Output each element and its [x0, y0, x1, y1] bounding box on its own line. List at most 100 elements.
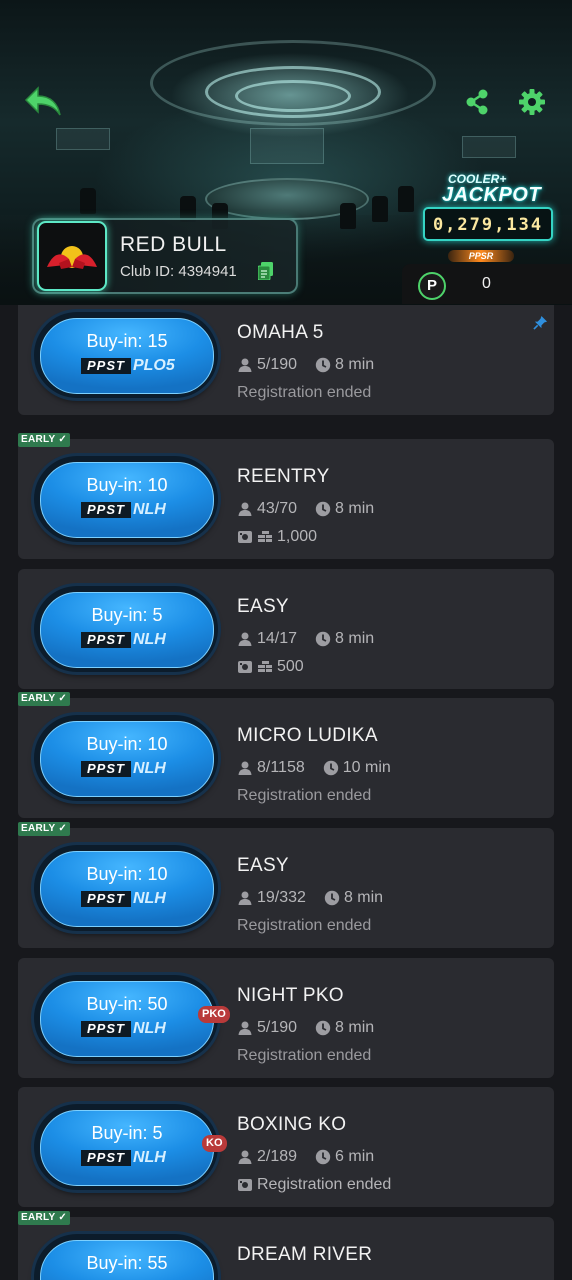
- buyin-pill: Buy-in: 50 PPST NLH: [40, 981, 214, 1057]
- bull-logo-icon: [47, 246, 97, 269]
- game-tag: PPSTNLH: [81, 760, 166, 777]
- buyin-button[interactable]: Buy-in: 50 PPST NLH: [34, 975, 218, 1061]
- buyin-pill: Buy-in: 15 PPST PLO5: [40, 318, 214, 394]
- ko-badge: PKO: [198, 1006, 230, 1023]
- jackpot-display: 0,279,134: [423, 207, 553, 241]
- chair: [372, 196, 388, 222]
- ppst-logo: PPST: [81, 358, 131, 374]
- buyin-label: Buy-in: 15: [86, 331, 168, 351]
- clock-icon: [324, 890, 340, 906]
- blind-time: 10 min: [342, 759, 391, 776]
- ticket-icon: [237, 529, 253, 545]
- game-type: NLH: [132, 631, 166, 648]
- registration-status: Registration ended: [237, 787, 372, 804]
- game-type: NLH: [132, 890, 166, 907]
- tournament-stats: 19/332 8 min: [237, 889, 383, 907]
- game-type: NLH: [132, 501, 166, 518]
- buyin-button[interactable]: Buy-in: 10 PPST NLH: [34, 715, 218, 801]
- player-count: 2/189: [257, 1148, 298, 1165]
- players-icon: [237, 357, 253, 373]
- tournament-card[interactable]: Buy-in: 5 PPST NLH KO BOXING KO 2/189 6 min Reg…: [18, 1087, 554, 1207]
- game-tag: PPSTNLH: [81, 890, 166, 907]
- tournament-list[interactable]: Buy-in: 15 PPST PLO5 OMAHA 5 5/190 8 min Regis…: [0, 305, 572, 1280]
- buyin-label: Buy-in: 10: [86, 734, 168, 754]
- prize-row: 500: [237, 658, 304, 676]
- club-name: RED BULL: [120, 233, 227, 256]
- points-icon: P: [418, 272, 446, 300]
- players-icon: [237, 890, 253, 906]
- prize-pool: 1,000: [277, 528, 318, 545]
- buyin-button[interactable]: Buy-in: 55PPSTNLH: [34, 1234, 218, 1280]
- points-bar[interactable]: P 0: [402, 264, 572, 304]
- buyin-pill: Buy-in: 10 PPST NLH: [40, 462, 214, 538]
- points-value: 0: [482, 275, 491, 292]
- gear-icon[interactable]: [518, 88, 546, 116]
- buyin-button[interactable]: Buy-in: 5 PPST NLH: [34, 1104, 218, 1190]
- registration-status: Registration ended: [237, 917, 372, 934]
- tournament-stats: 5/190 8 min: [237, 356, 374, 374]
- blind-time: 8 min: [335, 630, 375, 647]
- ppst-logo: PPST: [81, 1021, 131, 1037]
- tournament-card[interactable]: Buy-in: 55PPSTNLH DREAM RIVER: [18, 1217, 554, 1280]
- tournament-name: NIGHT PKO: [237, 985, 344, 1006]
- player-count: 5/190: [257, 356, 298, 373]
- players-icon: [237, 501, 253, 517]
- game-tag: PPSTNLH: [81, 631, 166, 648]
- prize-row: 1,000: [237, 528, 317, 546]
- buyin-button[interactable]: Buy-in: 10 PPST NLH: [34, 456, 218, 542]
- game-tag: PPSTNLH: [81, 1149, 166, 1166]
- tournament-card[interactable]: Buy-in: 10 PPST NLH MICRO LUDIKA 8/1158 10 mi…: [18, 698, 554, 818]
- wall-sign: [56, 128, 110, 150]
- club-id: Club ID: 4394941: [120, 263, 237, 280]
- clock-icon: [315, 357, 331, 373]
- tournament-card[interactable]: Buy-in: 10 PPST NLH EASY 19/332 8 min Registra…: [18, 828, 554, 948]
- early-badge: EARLY ✓: [18, 433, 71, 447]
- players-icon: [237, 1149, 253, 1165]
- wall-screen: [250, 128, 324, 164]
- player-count: 14/17: [257, 630, 298, 647]
- tournament-card[interactable]: Buy-in: 50 PPST NLH PKO NIGHT PKO 5/190 8 min R…: [18, 958, 554, 1078]
- buyin-pill: Buy-in: 5 PPST NLH: [40, 1110, 214, 1186]
- chair: [80, 188, 96, 214]
- tournament-card[interactable]: Buy-in: 5 PPST NLH EASY 14/17 8 min 500: [18, 569, 554, 689]
- tournament-name: EASY: [237, 596, 289, 617]
- share-icon[interactable]: [464, 88, 490, 116]
- club-header: RED BULL Club ID: 4394941 COOLER+ JACKPO…: [0, 0, 572, 305]
- registration-status: Registration ended: [237, 384, 372, 401]
- jackpot-value: 0,279,134: [432, 215, 544, 235]
- jackpot-tag-label: PPSR: [468, 251, 494, 261]
- tournament-stats: 43/70 8 min: [237, 500, 374, 518]
- wall-sign: [462, 136, 516, 158]
- clock-icon: [315, 1020, 331, 1036]
- buyin-button[interactable]: Buy-in: 5 PPST NLH: [34, 586, 218, 672]
- buyin-label: Buy-in: 55: [86, 1253, 168, 1273]
- pin-icon[interactable]: [533, 315, 548, 330]
- game-tag: PPST PLO5: [81, 357, 175, 374]
- chair: [340, 203, 356, 229]
- back-arrow-icon[interactable]: [22, 84, 64, 120]
- tournament-stats: 5/190 8 min: [237, 1019, 374, 1037]
- blind-time: 8 min: [335, 356, 375, 373]
- ppst-logo: PPST: [81, 891, 131, 907]
- jackpot-tag: PPSR: [448, 250, 514, 262]
- tournament-card[interactable]: Buy-in: 10 PPST NLH REENTRY 43/70 8 min 1,000: [18, 439, 554, 559]
- status-row: Registration ended: [237, 1176, 391, 1194]
- tournament-name: BOXING KO: [237, 1114, 347, 1135]
- buyin-pill: Buy-in: 10 PPST NLH: [40, 721, 214, 797]
- jackpot-widget[interactable]: COOLER+ JACKPOT 0,279,134 PPSR: [418, 170, 554, 268]
- jackpot-title: JACKPOT: [442, 184, 542, 206]
- early-badge: EARLY ✓: [18, 692, 71, 706]
- tournament-card[interactable]: Buy-in: 15 PPST PLO5 OMAHA 5 5/190 8 min Regis…: [18, 305, 554, 415]
- ppst-logo: PPST: [81, 502, 131, 518]
- clock-icon: [315, 1149, 331, 1165]
- copy-icon[interactable]: [258, 262, 273, 280]
- players-icon: [237, 1020, 253, 1036]
- buyin-button[interactable]: Buy-in: 15 PPST PLO5: [34, 312, 218, 398]
- buyin-button[interactable]: Buy-in: 10 PPST NLH: [34, 845, 218, 931]
- game-type: NLH: [132, 1149, 166, 1166]
- game-type: NLH: [132, 1020, 166, 1037]
- clock-icon: [315, 631, 331, 647]
- players-icon: [237, 760, 253, 776]
- prize-pool: 500: [277, 658, 304, 675]
- registration-status: Registration ended: [257, 1176, 392, 1193]
